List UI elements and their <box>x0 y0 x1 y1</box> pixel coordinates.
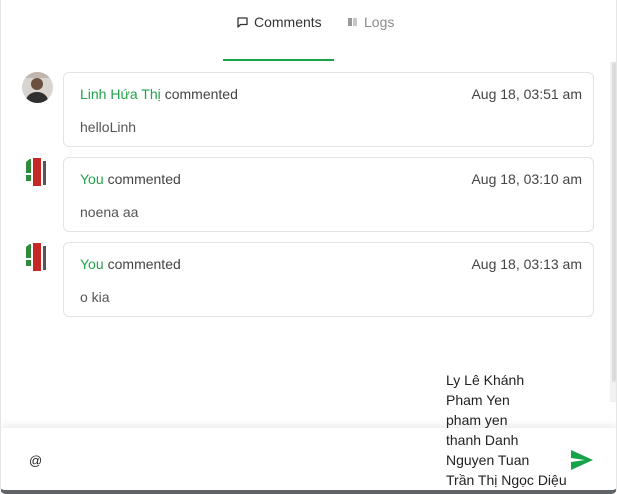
mention-option[interactable]: Ly Lê Khánh <box>446 370 567 390</box>
mention-suggestions: Ly Lê Khánh Pham Yen pham yen thanh Danh… <box>446 370 567 490</box>
comment-timestamp: Aug 18, 03:10 am <box>471 171 582 187</box>
comment-author[interactable]: Linh Hứa Thị <box>80 86 161 102</box>
comment-header: You commented Aug 18, 03:10 am <box>80 171 582 187</box>
comments-panel: Comments Logs Linh Hứa Thị commented Aug… <box>0 0 617 494</box>
comment-card: You commented Aug 18, 03:10 am noena aa <box>63 157 594 232</box>
comment-card: You commented Aug 18, 03:13 am o kia <box>63 242 594 317</box>
avatar-photo <box>22 72 53 103</box>
logs-icon <box>347 17 358 27</box>
mention-option[interactable]: Trần Thị Ngọc Diệu <box>446 470 567 490</box>
comment-body: helloLinh <box>80 119 137 135</box>
tab-bar: Comments Logs <box>1 0 616 62</box>
comment-card: Linh Hứa Thị commented Aug 18, 03:51 am h… <box>63 72 594 147</box>
comment-verb: commented <box>107 171 181 187</box>
comment-input[interactable]: @ <box>29 453 42 468</box>
mention-option[interactable]: Nguyen Tuan <box>446 450 567 470</box>
comment-author[interactable]: You <box>80 256 104 272</box>
comment-header: You commented Aug 18, 03:13 am <box>80 256 582 272</box>
comment-body: noena aa <box>80 204 139 220</box>
comment-verb: commented <box>164 86 238 102</box>
mention-option[interactable]: thanh Danh <box>446 430 567 450</box>
tab-comments-label: Comments <box>254 14 322 30</box>
comment-header: Linh Hứa Thị commented Aug 18, 03:51 am <box>80 86 582 102</box>
comment-verb: commented <box>107 256 181 272</box>
comment-icon <box>237 16 248 28</box>
tab-logs[interactable]: Logs <box>347 12 394 32</box>
avatar-logo <box>22 157 53 188</box>
active-tab-indicator <box>223 59 334 61</box>
tab-comments[interactable]: Comments <box>237 12 322 32</box>
scrollbar-thumb[interactable] <box>612 62 616 382</box>
send-icon <box>571 450 593 470</box>
comment-body: o kia <box>80 289 110 305</box>
comment-timestamp: Aug 18, 03:13 am <box>471 256 582 272</box>
mention-option[interactable]: Pham Yen <box>446 390 567 410</box>
mention-option[interactable]: pham yen <box>446 410 567 430</box>
avatar-logo <box>22 242 53 273</box>
tab-logs-label: Logs <box>364 14 395 30</box>
comment-author[interactable]: You <box>80 171 104 187</box>
send-button[interactable] <box>569 448 595 472</box>
comment-timestamp: Aug 18, 03:51 am <box>471 86 582 102</box>
